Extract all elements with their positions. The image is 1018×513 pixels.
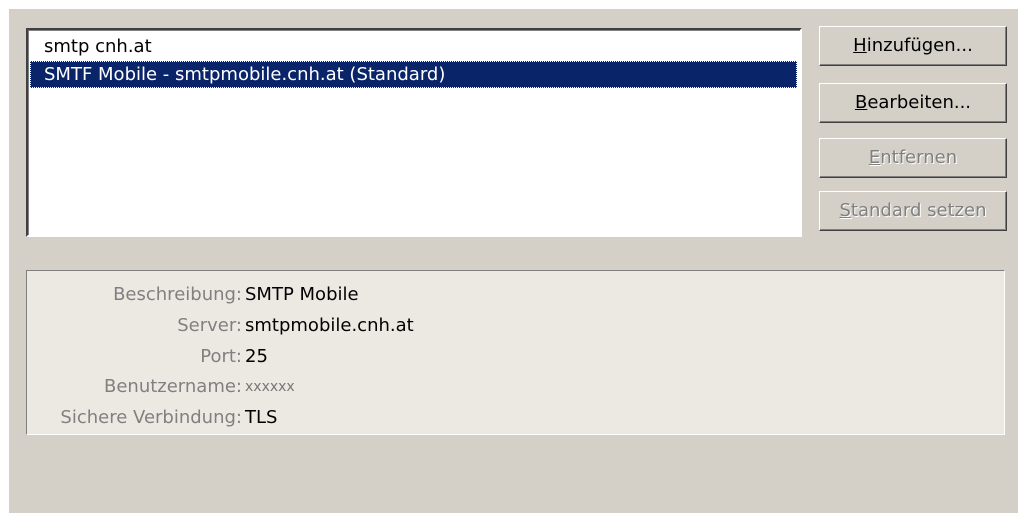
detail-row-description: Beschreibung: SMTP Mobile xyxy=(27,280,1006,310)
server-details-panel: Beschreibung: SMTP Mobile Server: smtpmo… xyxy=(26,270,1005,435)
edit-button-mnemonic: B xyxy=(854,92,868,113)
smtp-server-list[interactable]: smtp cnh.at SMTF Mobile - smtpmobile.cnh… xyxy=(26,28,802,237)
detail-row-secure-connection: Sichere Verbindung: TLS xyxy=(27,403,1006,433)
port-value: 25 xyxy=(245,346,268,367)
username-label: Benutzername: xyxy=(103,376,242,397)
add-server-button[interactable]: Hinzufügen... xyxy=(819,26,1007,66)
server-list-item-selected[interactable]: SMTF Mobile - smtpmobile.cnh.at (Standar… xyxy=(30,61,797,88)
add-button-label: inzufügen... xyxy=(866,35,973,56)
set-default-button[interactable]: Standard setzen xyxy=(819,191,1007,231)
edit-server-button[interactable]: Bearbeiten... xyxy=(819,83,1007,123)
server-label: Server: xyxy=(177,315,242,336)
edit-button-label: earbeiten... xyxy=(867,92,972,113)
description-value: SMTP Mobile xyxy=(245,284,359,305)
set-default-button-label: tandard setzen xyxy=(850,200,987,221)
remove-button-label: ntfernen xyxy=(880,147,958,168)
remove-server-button[interactable]: Entfernen xyxy=(819,138,1007,178)
remove-button-mnemonic: E xyxy=(868,147,881,168)
add-button-mnemonic: H xyxy=(853,35,867,56)
detail-row-port: Port: 25 xyxy=(27,342,1006,372)
detail-row-server: Server: smtpmobile.cnh.at xyxy=(27,311,1006,341)
server-value: smtpmobile.cnh.at xyxy=(245,315,414,336)
detail-row-username: Benutzername: xxxxxx xyxy=(27,372,1006,402)
smtp-server-settings-dialog: smtp cnh.at SMTF Mobile - smtpmobile.cnh… xyxy=(9,9,1018,513)
secure-connection-label: Sichere Verbindung: xyxy=(60,407,242,428)
secure-connection-value: TLS xyxy=(245,407,278,428)
server-list-item[interactable]: smtp cnh.at xyxy=(30,33,797,60)
port-label: Port: xyxy=(200,346,242,367)
username-value: xxxxxx xyxy=(245,379,295,395)
description-label: Beschreibung: xyxy=(113,284,242,305)
set-default-button-mnemonic: S xyxy=(839,200,851,221)
